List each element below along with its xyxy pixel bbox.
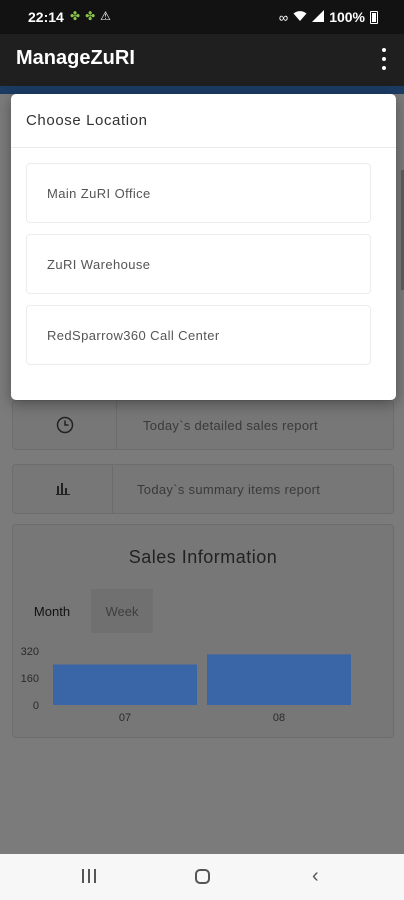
location-option-call-center[interactable]: RedSparrow360 Call Center xyxy=(26,305,371,365)
dialog-title: Choose Location xyxy=(26,112,148,129)
sales-title: Sales Information xyxy=(128,547,278,567)
status-right-icons: ∞ 100% xyxy=(279,9,378,25)
sales-information-card: Sales Information Month Week 320 160 0 07 08 xyxy=(12,524,394,738)
status-time: 22:14 xyxy=(28,9,64,25)
battery-percent: 100% xyxy=(329,9,365,25)
android-icon: ✤ xyxy=(70,9,81,23)
accent-band xyxy=(0,86,404,94)
location-label: RedSparrow360 Call Center xyxy=(47,328,220,343)
bar-chart-icon xyxy=(13,465,113,513)
link-icon: ∞ xyxy=(278,9,289,25)
warning-icon: ⚠ xyxy=(100,9,111,23)
x-tick-label: 07 xyxy=(119,712,131,724)
y-tick-label: 320 xyxy=(21,646,39,658)
y-tick-label: 160 xyxy=(21,673,39,685)
x-tick-label: 08 xyxy=(273,712,285,724)
status-left-icons: ✤ ✤ ⚠ xyxy=(70,9,111,23)
summary-items-report-label: Today`s summary items report xyxy=(137,482,321,497)
clock-icon xyxy=(13,401,117,449)
detailed-sales-report-card[interactable]: Today`s detailed sales report xyxy=(12,400,394,450)
divider xyxy=(11,147,396,148)
location-label: Main ZuRI Office xyxy=(47,186,151,201)
app-bar: ManageZuRI xyxy=(0,34,404,86)
android-icon: ✤ xyxy=(85,9,96,23)
y-tick-label: 0 xyxy=(33,700,39,712)
location-option-main-office[interactable]: Main ZuRI Office xyxy=(26,163,371,223)
home-icon[interactable] xyxy=(195,869,210,884)
location-label: ZuRI Warehouse xyxy=(47,257,151,272)
chart-bar xyxy=(53,664,197,705)
signal-icon xyxy=(312,9,325,25)
summary-items-report-card[interactable]: Today`s summary items report xyxy=(12,464,394,514)
chart-bar xyxy=(207,654,351,705)
location-option-warehouse[interactable]: ZuRI Warehouse xyxy=(26,234,371,294)
app-title: ManageZuRI xyxy=(16,47,135,69)
status-bar: 22:14 ✤ ✤ ⚠ ∞ 100% xyxy=(0,0,404,34)
wifi-icon xyxy=(293,10,307,25)
sales-chart: 320 160 0 07 08 xyxy=(21,646,351,724)
system-nav-bar: ‹ xyxy=(0,854,404,900)
detailed-sales-report-label: Today`s detailed sales report xyxy=(143,418,318,433)
overflow-menu-icon[interactable] xyxy=(380,46,388,72)
back-icon[interactable]: ‹ xyxy=(312,866,319,886)
recents-icon[interactable] xyxy=(82,869,96,883)
tab-week[interactable]: Week xyxy=(91,589,153,633)
battery-icon xyxy=(370,10,378,24)
choose-location-dialog: Choose Location Main ZuRI Office ZuRI Wa… xyxy=(11,94,396,400)
tab-month[interactable]: Month xyxy=(13,589,91,633)
